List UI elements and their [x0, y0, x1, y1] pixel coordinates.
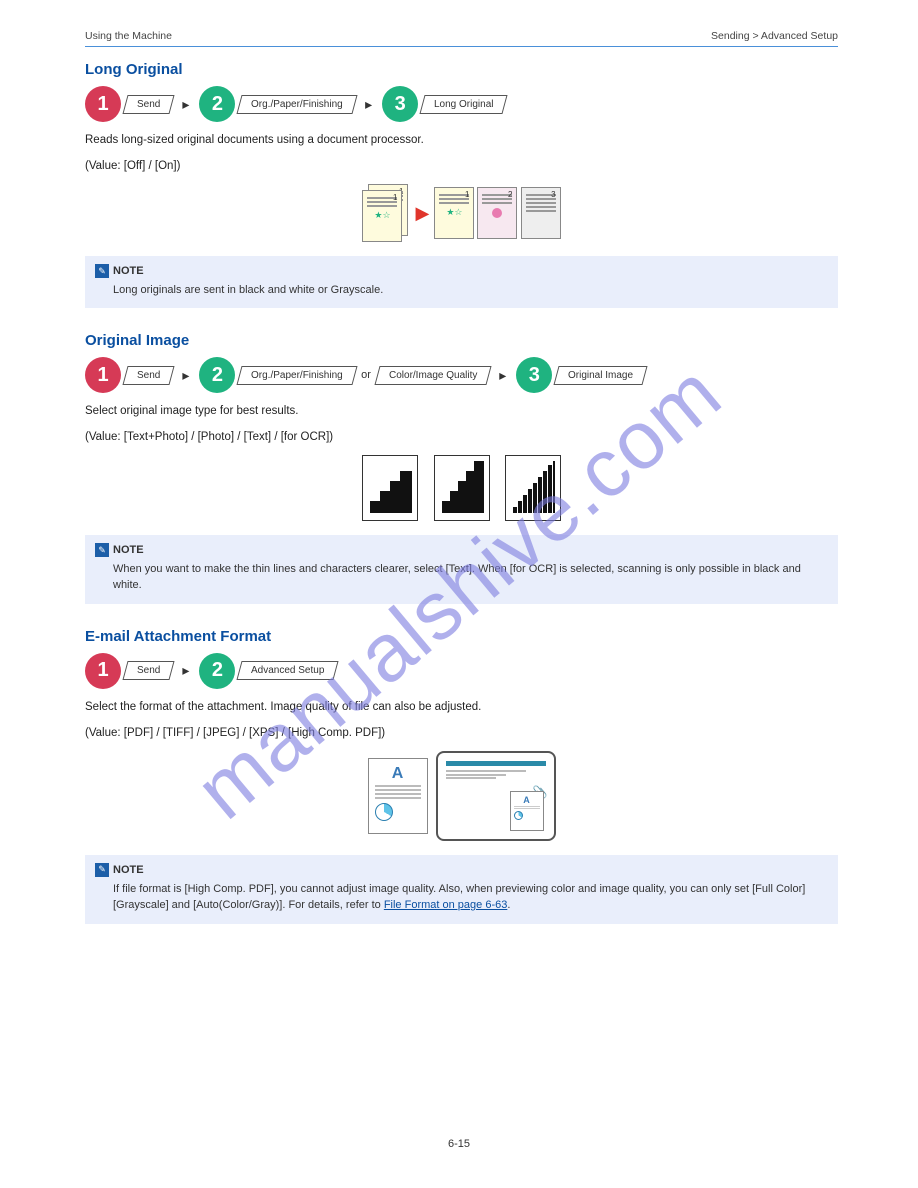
original-image-graphic [85, 455, 838, 521]
tab-org: Org./Paper/Finishing [237, 95, 358, 114]
arrow-right-icon: ▶ [416, 203, 430, 223]
section-description: Select original image type for best resu… [85, 403, 838, 419]
note-label: NOTE [113, 864, 144, 876]
section-long-original: Long Original 1Send ▸ 2Org./Paper/Finish… [85, 61, 838, 308]
halftone-sample [362, 455, 418, 521]
step-dot-3: 3 [516, 357, 552, 393]
header-right: Sending > Advanced Setup [711, 30, 838, 42]
tab-send: Send [122, 95, 174, 114]
section-options: (Value: [Off] / [On]) [85, 158, 838, 174]
note-icon: ✎ [95, 863, 109, 877]
nav-flow: 1Send ▸ 2Org./Paper/FinishingorColor/Ima… [85, 357, 838, 393]
note-icon: ✎ [95, 264, 109, 278]
step-dot-2: 2 [199, 357, 235, 393]
step-dot-1: 1 [85, 653, 121, 689]
tab-send: Send [122, 366, 174, 385]
halftone-sample [434, 455, 490, 521]
note-label: NOTE [113, 544, 144, 556]
note-box: ✎ NOTE Long originals are sent in black a… [85, 256, 838, 308]
section-options: (Value: [Text+Photo] / [Photo] / [Text] … [85, 429, 838, 445]
cross-reference-link[interactable]: File Format on page 6-63 [384, 899, 508, 911]
step-dot-2: 2 [199, 86, 235, 122]
section-description: Select the format of the attachment. Ima… [85, 699, 838, 715]
arrow-icon: ▸ [365, 96, 372, 113]
step-dot-3: 3 [382, 86, 418, 122]
tab-send: Send [122, 661, 174, 680]
section-title: Long Original [85, 61, 838, 78]
tab-color-quality: Color/Image Quality [374, 366, 491, 385]
section-original-image: Original Image 1Send ▸ 2Org./Paper/Finis… [85, 332, 838, 604]
arrow-icon: ▸ [182, 367, 189, 384]
header-left: Using the Machine [85, 30, 172, 42]
note-label: NOTE [113, 265, 144, 277]
step-dot-1: 1 [85, 357, 121, 393]
document-icon: A [368, 758, 428, 834]
nav-flow: 1Send ▸ 2Advanced Setup [85, 653, 838, 689]
arrow-icon: ▸ [182, 96, 189, 113]
arrow-icon: ▸ [182, 662, 189, 679]
page-header: Using the Machine Sending > Advanced Set… [85, 30, 838, 47]
section-options: (Value: [PDF] / [TIFF] / [JPEG] / [XPS] … [85, 725, 838, 741]
step-dot-2: 2 [199, 653, 235, 689]
tab-original-image: Original Image [554, 366, 648, 385]
long-original-graphic: 1★☆ 1★☆ ▶ 1★☆ 2 3 [85, 184, 838, 242]
note-box: ✎ NOTE When you want to make the thin lin… [85, 535, 838, 604]
tab-long-original: Long Original [420, 95, 509, 114]
step-dot-1: 1 [85, 86, 121, 122]
halftone-sample [505, 455, 561, 521]
note-body: Long originals are sent in black and whi… [95, 282, 828, 299]
email-attachment-graphic: A 📎 A [85, 751, 838, 841]
note-body: When you want to make the thin lines and… [95, 561, 828, 594]
section-description: Reads long-sized original documents usin… [85, 132, 838, 148]
page-number: 6-15 [0, 1138, 918, 1150]
tab-advanced-setup: Advanced Setup [237, 661, 339, 680]
tab-org: Org./Paper/Finishing [237, 366, 358, 385]
note-icon: ✎ [95, 543, 109, 557]
arrow-icon: ▸ [499, 367, 506, 384]
note-box: ✎ NOTE If file format is [High Comp. PDF]… [85, 855, 838, 924]
email-window-icon: 📎 A [436, 751, 556, 841]
section-title: E-mail Attachment Format [85, 628, 838, 645]
nav-flow: 1Send ▸ 2Org./Paper/Finishing ▸ 3Long Or… [85, 86, 838, 122]
page-content: Using the Machine Sending > Advanced Set… [0, 0, 918, 924]
section-email-attachment: E-mail Attachment Format 1Send ▸ 2Advanc… [85, 628, 838, 924]
section-title: Original Image [85, 332, 838, 349]
note-body: If file format is [High Comp. PDF], you … [95, 881, 828, 914]
